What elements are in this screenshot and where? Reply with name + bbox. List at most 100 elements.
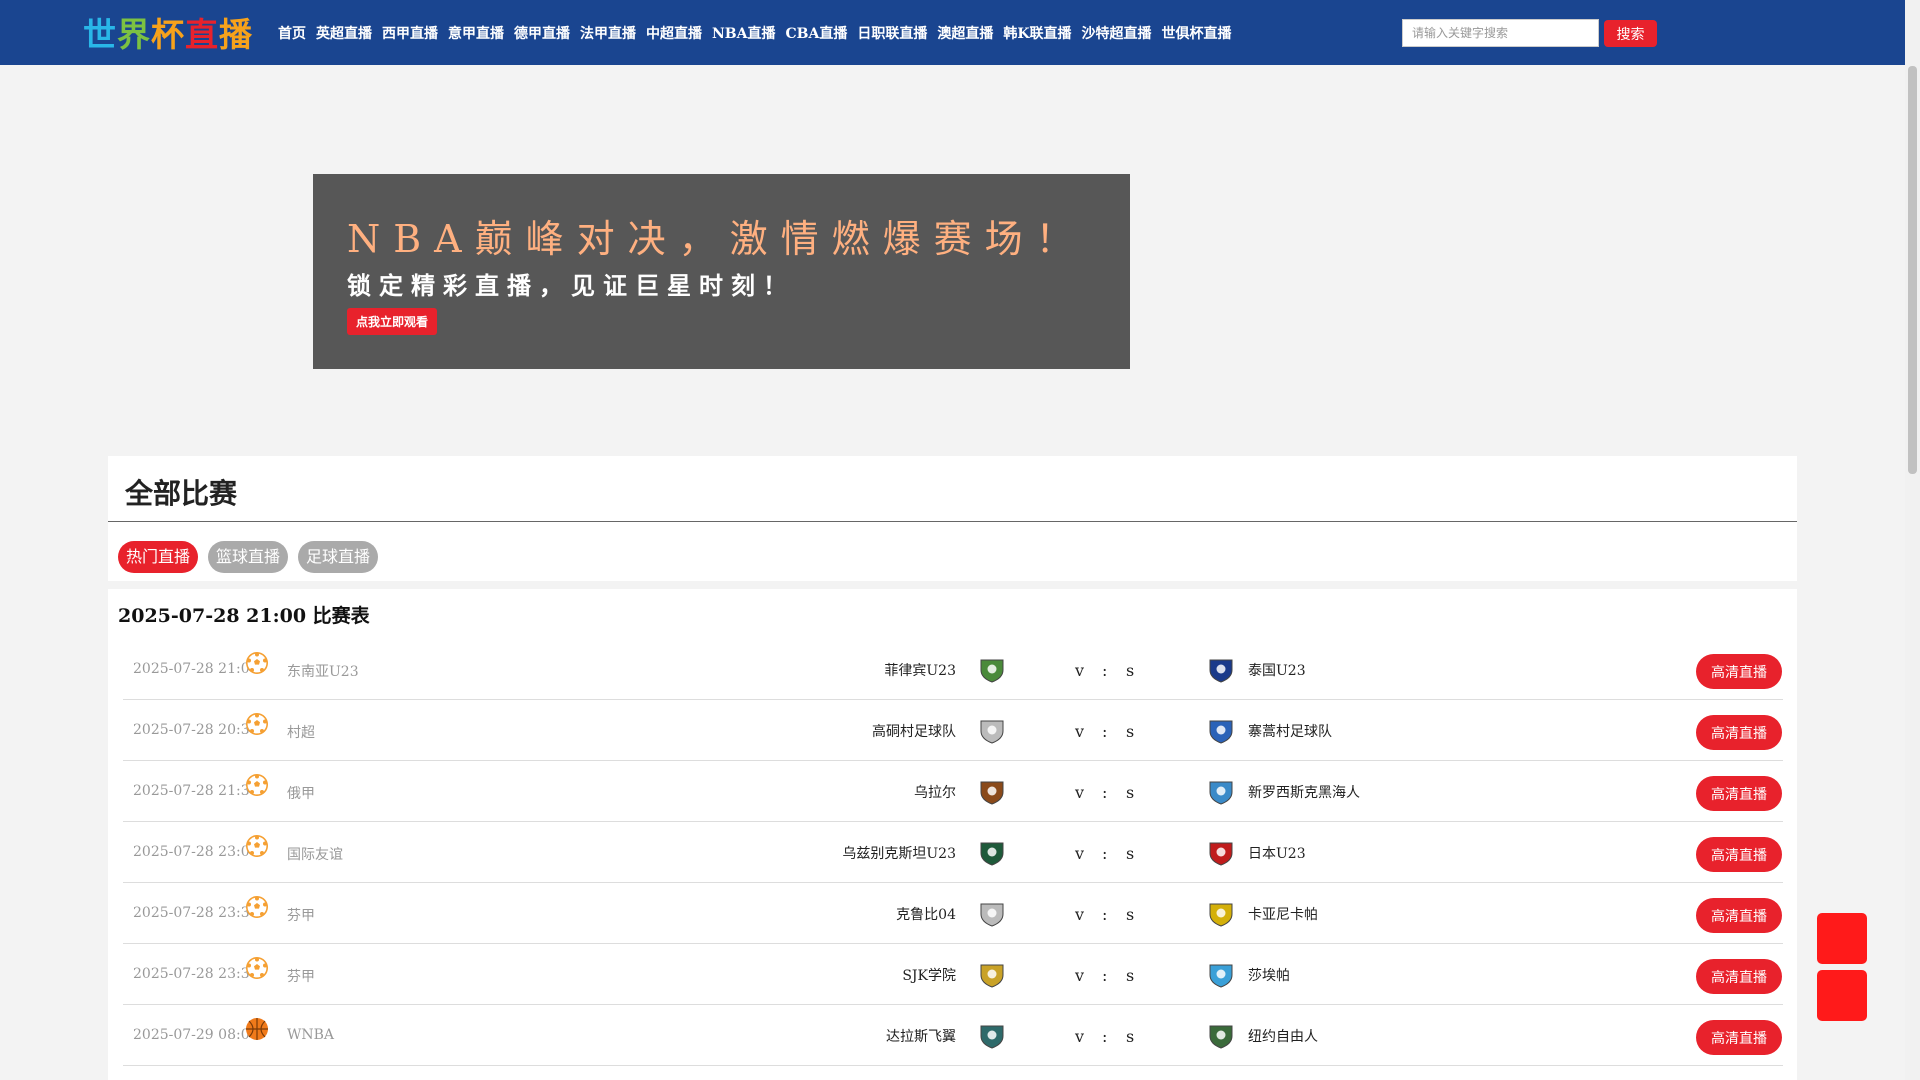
nav-k-league[interactable]: 韩K联直播 <box>1003 23 1071 43</box>
score-away-placeholder: s <box>1126 661 1135 680</box>
tab-football-live[interactable]: 足球直播 <box>298 541 379 573</box>
score-home-placeholder: v <box>1075 783 1085 802</box>
score-separator: : <box>1102 905 1108 924</box>
match-time: 2025-07-28 23:30 <box>133 905 259 921</box>
hd-live-button[interactable]: 高清直播 <box>1696 776 1782 811</box>
match-time: 2025-07-28 21:30 <box>133 783 259 799</box>
home-team-name[interactable]: 菲律宾U23 <box>884 660 956 680</box>
score-home-placeholder: v <box>1075 1027 1085 1046</box>
category-tabs: 热门直播 篮球直播 足球直播 <box>118 541 388 573</box>
basketball-icon <box>245 1017 269 1041</box>
match-league[interactable]: WNBA <box>287 1027 334 1043</box>
home-team-name[interactable]: 乌拉尔 <box>914 782 956 802</box>
tab-hot-live[interactable]: 热门直播 <box>118 541 199 573</box>
nav-laliga[interactable]: 西甲直播 <box>382 23 438 43</box>
promo-banner[interactable]: NBA巅峰对决，激情燃爆赛场！ 锁定精彩直播，见证巨星时刻！ 点我立即观看 <box>313 174 1130 369</box>
banner-watch-button[interactable]: 点我立即观看 <box>347 308 438 335</box>
nav-a-league[interactable]: 澳超直播 <box>937 23 993 43</box>
main-nav: 首页 英超直播 西甲直播 意甲直播 德甲直播 法甲直播 中超直播 NBA直播 C… <box>278 0 1242 65</box>
match-league[interactable]: 村超 <box>287 722 315 742</box>
match-time: 2025-07-29 08:00 <box>133 1027 259 1043</box>
home-team-crest-icon[interactable] <box>977 840 1007 866</box>
match-league[interactable]: 芬甲 <box>287 905 315 925</box>
nav-saudi-league[interactable]: 沙特超直播 <box>1082 23 1152 43</box>
home-team-crest-icon[interactable] <box>977 718 1007 744</box>
scrollbar[interactable] <box>1905 0 1920 1080</box>
hd-live-button[interactable]: 高清直播 <box>1696 898 1782 933</box>
football-icon <box>245 712 269 736</box>
all-matches-section: 全部比赛 热门直播 篮球直播 足球直播 2025-07-28 21:00 比赛表… <box>108 456 1797 1080</box>
nav-home[interactable]: 首页 <box>278 23 306 43</box>
away-team-crest-icon[interactable] <box>1206 962 1236 988</box>
away-team-crest-icon[interactable] <box>1206 1023 1236 1049</box>
hd-live-button[interactable]: 高清直播 <box>1696 959 1782 994</box>
score-away-placeholder: s <box>1126 905 1135 924</box>
hd-live-button[interactable]: 高清直播 <box>1696 654 1782 689</box>
away-team-crest-icon[interactable] <box>1206 718 1236 744</box>
scrollbar-thumb[interactable] <box>1908 66 1917 474</box>
nav-bundesliga[interactable]: 德甲直播 <box>514 23 570 43</box>
score-away-placeholder: s <box>1126 966 1135 985</box>
nav-j-league[interactable]: 日职联直播 <box>857 23 927 43</box>
section-divider <box>108 521 1797 522</box>
home-team-crest-icon[interactable] <box>977 1023 1007 1049</box>
home-team-crest-icon[interactable] <box>977 657 1007 683</box>
hd-live-button[interactable]: 高清直播 <box>1696 715 1782 750</box>
away-team-crest-icon[interactable] <box>1206 657 1236 683</box>
score-away-placeholder: s <box>1126 844 1135 863</box>
home-team-name[interactable]: 达拉斯飞翼 <box>886 1026 956 1046</box>
away-team-name[interactable]: 莎埃帕 <box>1248 965 1290 985</box>
home-team-name[interactable]: 乌兹别克斯坦U23 <box>842 843 956 863</box>
float-button-top[interactable] <box>1817 913 1867 964</box>
away-team-name[interactable]: 纽约自由人 <box>1248 1026 1318 1046</box>
nav-club-world-cup[interactable]: 世俱杯直播 <box>1162 23 1232 43</box>
site-logo[interactable]: 世界杯直播 <box>83 15 253 55</box>
home-team-crest-icon[interactable] <box>977 901 1007 927</box>
score-separator: : <box>1102 1027 1108 1046</box>
score-away-placeholder: s <box>1126 722 1135 741</box>
match-league[interactable]: 俄甲 <box>287 783 315 803</box>
nav-cba[interactable]: CBA直播 <box>786 23 848 43</box>
home-team-name[interactable]: 高硐村足球队 <box>872 721 956 741</box>
hd-live-button[interactable]: 高清直播 <box>1696 1020 1782 1055</box>
match-league[interactable]: 国际友谊 <box>287 844 343 864</box>
match-league[interactable]: 东南亚U23 <box>287 661 359 681</box>
match-league[interactable]: 芬甲 <box>287 966 315 986</box>
score-separator: : <box>1102 783 1108 802</box>
match-row: 2025-07-28 23:30 芬甲 克鲁比04 v: s 卡亚尼卡帕 高清直播 <box>123 883 1783 944</box>
nav-nba[interactable]: NBA直播 <box>712 23 776 43</box>
away-team-name[interactable]: 卡亚尼卡帕 <box>1248 904 1318 924</box>
score-home-placeholder: v <box>1075 905 1085 924</box>
nav-csl[interactable]: 中超直播 <box>646 23 702 43</box>
schedule-title: 2025-07-28 21:00 比赛表 <box>118 605 370 627</box>
away-team-crest-icon[interactable] <box>1206 779 1236 805</box>
football-icon <box>245 895 269 919</box>
banner-subline: 锁定精彩直播，见证巨星时刻！ <box>347 272 795 300</box>
search-input[interactable] <box>1402 19 1599 47</box>
nav-serie-a[interactable]: 意甲直播 <box>448 23 504 43</box>
score-home-placeholder: v <box>1075 966 1085 985</box>
nav-premier-league[interactable]: 英超直播 <box>316 23 372 43</box>
float-button-bottom[interactable] <box>1817 970 1867 1021</box>
score-away-placeholder: s <box>1126 1027 1135 1046</box>
home-team-name[interactable]: SJK学院 <box>902 965 956 985</box>
score-separator: : <box>1102 966 1108 985</box>
score-separator: : <box>1102 722 1108 741</box>
home-team-crest-icon[interactable] <box>977 779 1007 805</box>
match-row: 2025-07-28 21:30 俄甲 乌拉尔 v: s 新罗西斯克黑海人 高清直播 <box>123 761 1783 822</box>
away-team-name[interactable]: 寨蒿村足球队 <box>1248 721 1332 741</box>
hd-live-button[interactable]: 高清直播 <box>1696 837 1782 872</box>
search-button[interactable]: 搜索 <box>1604 20 1657 47</box>
match-row: 2025-07-28 23:00 国际友谊 乌兹别克斯坦U23 v: s 日本U23 高清直… <box>123 822 1783 883</box>
football-icon <box>245 834 269 858</box>
tab-basketball-live[interactable]: 篮球直播 <box>208 541 289 573</box>
nav-ligue-1[interactable]: 法甲直播 <box>580 23 636 43</box>
away-team-name[interactable]: 日本U23 <box>1248 843 1306 863</box>
away-team-crest-icon[interactable] <box>1206 840 1236 866</box>
away-team-crest-icon[interactable] <box>1206 901 1236 927</box>
away-team-name[interactable]: 泰国U23 <box>1248 660 1306 680</box>
score-separator: : <box>1102 661 1108 680</box>
home-team-name[interactable]: 克鲁比04 <box>896 904 956 924</box>
home-team-crest-icon[interactable] <box>977 962 1007 988</box>
away-team-name[interactable]: 新罗西斯克黑海人 <box>1248 782 1360 802</box>
